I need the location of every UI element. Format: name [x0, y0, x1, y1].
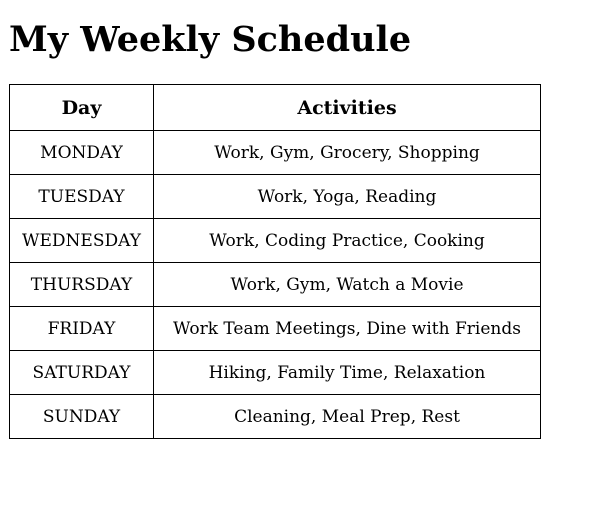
activities-cell: Cleaning, Meal Prep, Rest: [153, 394, 541, 439]
table-header-row: Day Activities: [9, 84, 541, 131]
day-cell: THURSDAY: [9, 262, 154, 307]
header-day: Day: [9, 84, 154, 131]
page-title: My Weekly Schedule: [9, 19, 412, 60]
header-activities: Activities: [153, 84, 541, 131]
day-cell: TUESDAY: [9, 174, 154, 219]
day-cell: SUNDAY: [9, 394, 154, 439]
table-row: SATURDAY Hiking, Family Time, Relaxation: [9, 350, 541, 395]
page: My Weekly Schedule Day Activities MONDAY…: [0, 0, 610, 510]
table-row: THURSDAY Work, Gym, Watch a Movie: [9, 262, 541, 307]
activities-cell: Work, Gym, Watch a Movie: [153, 262, 541, 307]
table-row: SUNDAY Cleaning, Meal Prep, Rest: [9, 394, 541, 439]
activities-cell: Work, Gym, Grocery, Shopping: [153, 130, 541, 175]
table-row: WEDNESDAY Work, Coding Practice, Cooking: [9, 218, 541, 263]
day-cell: SATURDAY: [9, 350, 154, 395]
activities-cell: Hiking, Family Time, Relaxation: [153, 350, 541, 395]
day-cell: FRIDAY: [9, 306, 154, 351]
table-row: FRIDAY Work Team Meetings, Dine with Fri…: [9, 306, 541, 351]
table-row: MONDAY Work, Gym, Grocery, Shopping: [9, 130, 541, 175]
schedule-table: Day Activities MONDAY Work, Gym, Grocery…: [9, 84, 541, 439]
table-row: TUESDAY Work, Yoga, Reading: [9, 174, 541, 219]
day-cell: MONDAY: [9, 130, 154, 175]
day-cell: WEDNESDAY: [9, 218, 154, 263]
activities-cell: Work, Yoga, Reading: [153, 174, 541, 219]
activities-cell: Work, Coding Practice, Cooking: [153, 218, 541, 263]
activities-cell: Work Team Meetings, Dine with Friends: [153, 306, 541, 351]
